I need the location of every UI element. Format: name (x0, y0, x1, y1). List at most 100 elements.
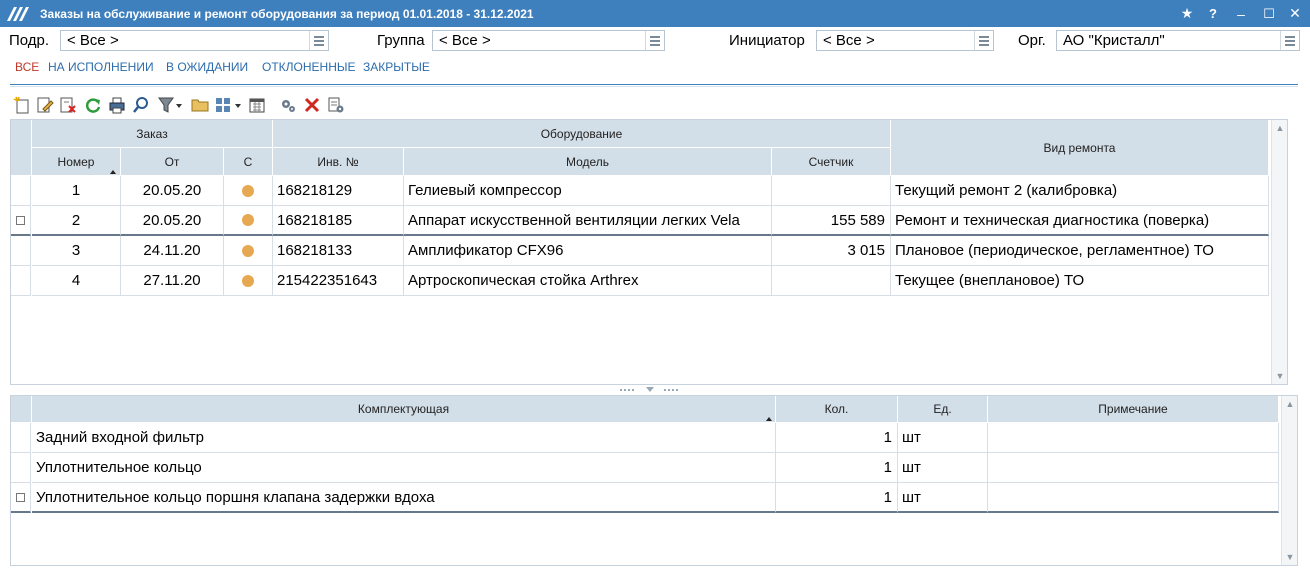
part-qty[interactable]: 1 (776, 483, 898, 513)
order-number[interactable]: 1 (32, 176, 121, 206)
parts-scrollbar[interactable]: ▲ ▼ (1281, 396, 1297, 565)
menu-icon[interactable] (309, 31, 328, 50)
cancel-icon[interactable] (302, 95, 322, 115)
order-repair[interactable]: Ремонт и техническая диагностика (поверк… (891, 206, 1269, 236)
order-number[interactable]: 4 (32, 266, 121, 296)
row-selector[interactable] (11, 206, 31, 236)
help-button[interactable]: ? (1200, 0, 1226, 27)
delete-doc-icon[interactable] (58, 95, 78, 115)
part-unit[interactable]: шт (898, 453, 988, 483)
row-selector[interactable] (11, 236, 31, 266)
order-status[interactable] (224, 206, 273, 236)
scroll-down-icon[interactable]: ▼ (1275, 371, 1285, 381)
checkbox-icon[interactable] (16, 216, 25, 225)
header-model[interactable]: Модель (404, 148, 772, 176)
row-selector[interactable] (11, 483, 31, 513)
order-counter[interactable] (772, 266, 891, 296)
minimize-button[interactable]: ‒ (1228, 0, 1254, 27)
header-from[interactable]: От (121, 148, 224, 176)
order-repair[interactable]: Плановое (периодическое, регламентное) Т… (891, 236, 1269, 266)
order-inv[interactable]: 215422351643 (273, 266, 404, 296)
group-combo[interactable]: < Все > (432, 30, 665, 51)
org-combo[interactable]: АО "Кристалл" (1056, 30, 1300, 51)
order-model[interactable]: Аппарат искусственной вентиляции легких … (404, 206, 772, 236)
order-inv[interactable]: 168218185 (273, 206, 404, 236)
podr-combo[interactable]: < Все > (60, 30, 329, 51)
part-note[interactable] (988, 423, 1279, 453)
splitter-handle[interactable] (610, 386, 700, 394)
layout-icon[interactable] (213, 95, 243, 115)
order-counter[interactable] (772, 176, 891, 206)
header-inv[interactable]: Инв. № (273, 148, 404, 176)
order-model[interactable]: Амплификатор CFX96 (404, 236, 772, 266)
scroll-up-icon[interactable]: ▲ (1285, 399, 1295, 409)
order-date[interactable]: 27.11.20 (121, 266, 224, 296)
refresh-icon[interactable] (83, 95, 103, 115)
filter-icon[interactable] (156, 95, 184, 115)
close-button[interactable]: ✕ (1282, 0, 1308, 27)
part-name[interactable]: Уплотнительное кольцо (32, 453, 776, 483)
checkbox-icon[interactable] (16, 493, 25, 502)
row-selector[interactable] (11, 423, 31, 453)
header-qty[interactable]: Кол. (776, 396, 898, 423)
part-qty[interactable]: 1 (776, 423, 898, 453)
order-counter[interactable]: 155 589 (772, 206, 891, 236)
search-icon[interactable] (131, 95, 151, 115)
part-name[interactable]: Задний входной фильтр (32, 423, 776, 453)
tab-in-progress[interactable]: НА ИСПОЛНЕНИИ (48, 60, 154, 74)
settings-icon[interactable] (278, 95, 298, 115)
scroll-up-icon[interactable]: ▲ (1275, 123, 1285, 133)
order-number[interactable]: 2 (32, 206, 121, 236)
row-selector[interactable] (11, 453, 31, 483)
part-name[interactable]: Уплотнительное кольцо поршня клапана зад… (32, 483, 776, 513)
menu-icon[interactable] (645, 31, 664, 50)
header-unit[interactable]: Ед. (898, 396, 988, 423)
tab-all[interactable]: ВСЕ (15, 60, 39, 74)
tab-waiting[interactable]: В ОЖИДАНИИ (166, 60, 248, 74)
order-number[interactable]: 3 (32, 236, 121, 266)
calendar-icon[interactable] (247, 95, 267, 115)
part-unit[interactable]: шт (898, 483, 988, 513)
new-icon[interactable] (12, 95, 32, 115)
order-inv[interactable]: 168218129 (273, 176, 404, 206)
part-unit[interactable]: шт (898, 423, 988, 453)
header-repair-type[interactable]: Вид ремонта (891, 120, 1269, 176)
order-status[interactable] (224, 176, 273, 206)
order-repair[interactable]: Текущее (внеплановое) ТО (891, 266, 1269, 296)
order-date[interactable]: 20.05.20 (121, 206, 224, 236)
header-number[interactable]: Номер (32, 148, 121, 176)
part-qty[interactable]: 1 (776, 453, 898, 483)
header-counter[interactable]: Счетчик (772, 148, 891, 176)
initiator-combo[interactable]: < Все > (816, 30, 994, 51)
tab-rejected[interactable]: ОТКЛОНЕННЫЕ (262, 60, 356, 74)
order-counter[interactable]: 3 015 (772, 236, 891, 266)
order-date[interactable]: 20.05.20 (121, 176, 224, 206)
header-status[interactable]: С (224, 148, 273, 176)
order-status[interactable] (224, 266, 273, 296)
order-date[interactable]: 24.11.20 (121, 236, 224, 266)
part-note[interactable] (988, 483, 1279, 513)
menu-icon[interactable] (1280, 31, 1299, 50)
order-model[interactable]: Артроскопическая стойка Arthrex (404, 266, 772, 296)
order-inv[interactable]: 168218133 (273, 236, 404, 266)
properties-icon[interactable] (326, 95, 346, 115)
print-icon[interactable] (107, 95, 127, 115)
row-selector[interactable] (11, 176, 31, 206)
scroll-down-icon[interactable]: ▼ (1285, 552, 1295, 562)
header-note[interactable]: Примечание (988, 396, 1279, 423)
part-note[interactable] (988, 453, 1279, 483)
edit-icon[interactable] (35, 95, 55, 115)
order-repair[interactable]: Текущий ремонт 2 (калибровка) (891, 176, 1269, 206)
maximize-button[interactable]: ☐ (1256, 0, 1282, 27)
favorite-star-icon[interactable]: ★ (1174, 0, 1200, 27)
menu-icon[interactable] (974, 31, 993, 50)
row-selector[interactable] (11, 266, 31, 296)
header-part[interactable]: Комплектующая (32, 396, 776, 423)
podr-value: < Все > (67, 32, 119, 49)
order-status[interactable] (224, 236, 273, 266)
header-number-label: Номер (57, 154, 95, 169)
order-model[interactable]: Гелиевый компрессор (404, 176, 772, 206)
orders-scrollbar[interactable]: ▲ ▼ (1271, 120, 1287, 384)
folder-icon[interactable] (190, 95, 210, 115)
tab-closed[interactable]: ЗАКРЫТЫЕ (363, 60, 430, 74)
